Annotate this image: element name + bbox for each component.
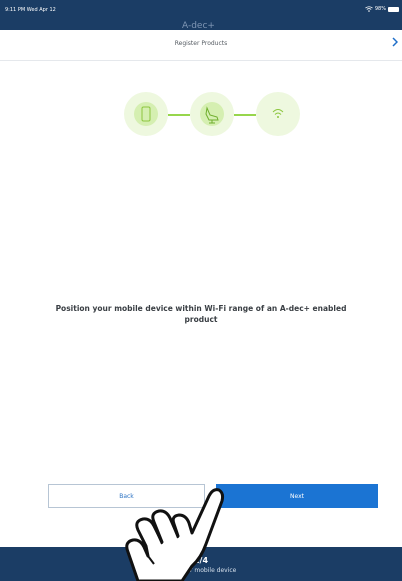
tap-gesture-hand-icon	[125, 488, 225, 581]
step-connector	[234, 114, 256, 116]
wifi-icon	[272, 109, 284, 118]
instruction-text: Position your mobile device within Wi-Fi…	[55, 304, 347, 324]
status-bar: 9:11 PM Wed Apr 12 A-dec+ 98%	[0, 0, 402, 31]
setup-stepper	[124, 92, 302, 136]
step-connector	[168, 114, 190, 116]
mobile-device-icon	[141, 106, 151, 122]
step-mobile-device	[124, 92, 168, 136]
status-time: 9:11 PM Wed Apr 12	[5, 7, 56, 13]
status-indicators: 98%	[365, 6, 399, 12]
step-dental-chair	[190, 92, 234, 136]
wifi-status-icon	[365, 6, 373, 12]
battery-percentage: 98%	[374, 6, 386, 12]
close-icon[interactable]	[392, 37, 399, 50]
navigation-header: Register Products	[0, 30, 402, 61]
page-title: Register Products	[174, 40, 228, 47]
step-wifi	[256, 92, 300, 136]
battery-icon	[388, 6, 399, 12]
next-button[interactable]: Next	[216, 484, 378, 508]
dental-chair-icon	[205, 106, 219, 124]
